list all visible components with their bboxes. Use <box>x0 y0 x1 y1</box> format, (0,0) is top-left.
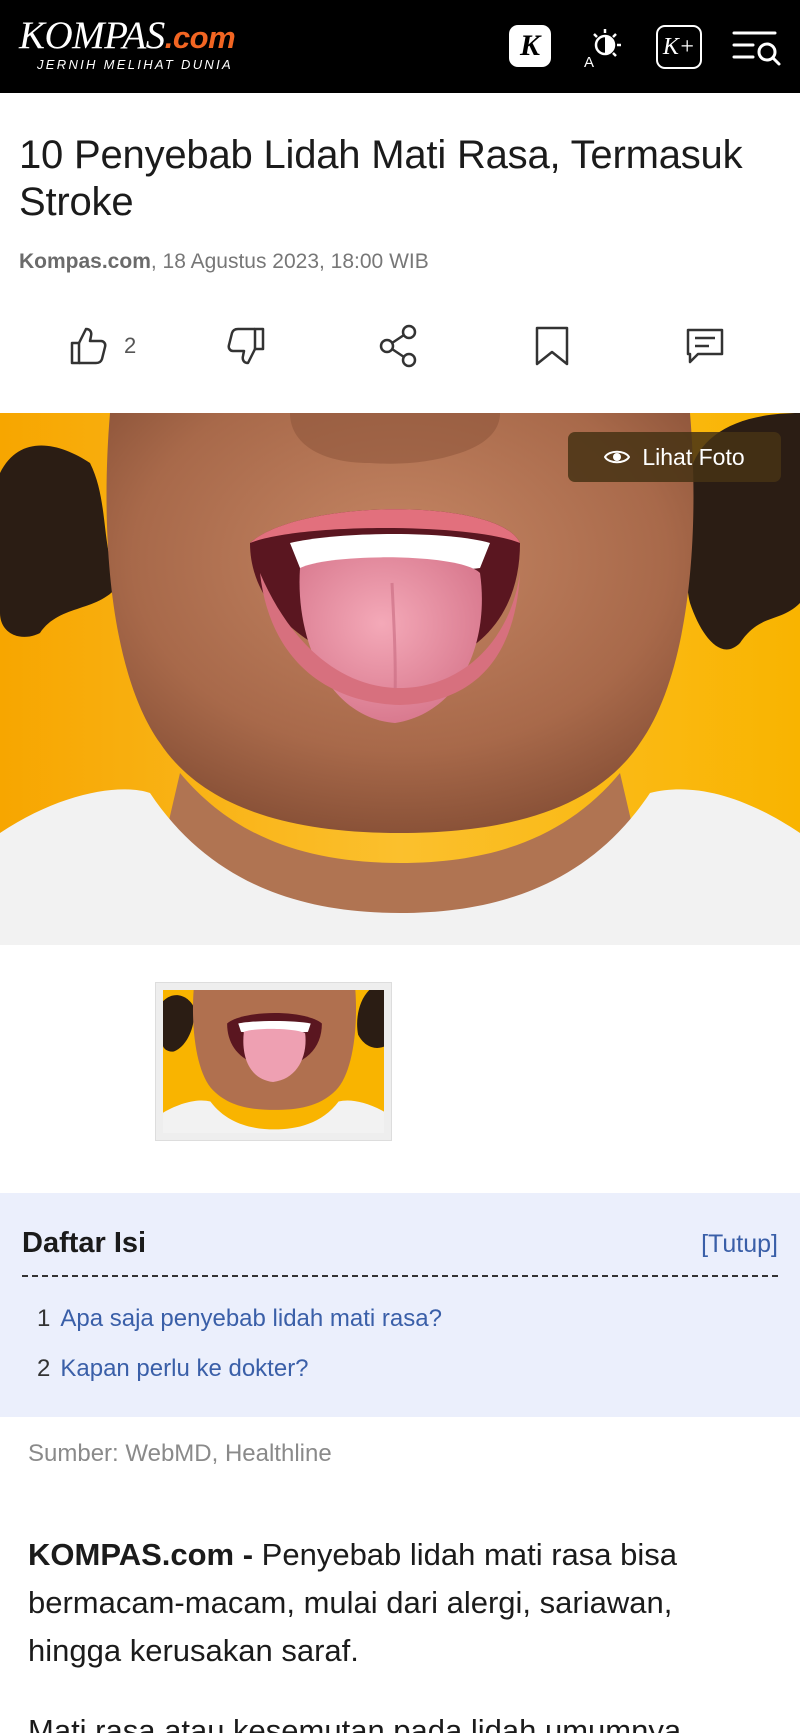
toc-toggle-link[interactable]: [Tutup] <box>701 1230 778 1259</box>
logo-suffix-text: .com <box>164 20 236 55</box>
logo-main-text: KOMPAS <box>19 14 165 57</box>
photo-thumbnail[interactable] <box>155 982 392 1141</box>
bookmark-button[interactable] <box>532 318 572 374</box>
dislike-button[interactable] <box>225 318 267 374</box>
toc-item-number: 2 <box>37 1355 51 1382</box>
source-note: Sumber: WebMD, Healthline <box>28 1440 332 1467</box>
toc-item-link[interactable]: Apa saja penyebab lidah mati rasa? <box>60 1305 442 1332</box>
toc-item-number: 1 <box>37 1305 51 1332</box>
lead-brand: KOMPAS.com - <box>28 1537 262 1572</box>
article-meta: Kompas.com, 18 Agustus 2023, 18:00 WIB <box>19 250 429 274</box>
bookmark-icon <box>535 326 569 366</box>
k-icon: K <box>519 29 540 62</box>
toc-item: 2 Kapan perlu ke dokter? <box>37 1355 309 1383</box>
article-date: , 18 Agustus 2023, 18:00 WIB <box>150 250 429 273</box>
kompas-k-button[interactable]: K <box>509 25 551 67</box>
eye-icon <box>604 450 631 464</box>
toc-item-link[interactable]: Kapan perlu ke dokter? <box>60 1355 308 1382</box>
brightness-icon: A <box>584 29 621 69</box>
hero-photo-illustration <box>0 413 800 945</box>
kompas-logo[interactable]: KOMPAS.com JERNIH MELIHAT DUNIA <box>19 14 236 72</box>
thumbnail-photo-illustration <box>163 990 384 1133</box>
toc-title: Daftar Isi <box>22 1227 147 1259</box>
comment-icon <box>686 328 724 364</box>
menu-search-button[interactable] <box>731 25 783 69</box>
toc-divider <box>22 1275 778 1277</box>
hero-image[interactable] <box>0 413 800 945</box>
kompas-plus-button[interactable]: K+ <box>656 25 702 69</box>
share-button[interactable] <box>378 318 420 374</box>
thumbs-down-icon <box>227 327 265 365</box>
menu-search-icon <box>732 31 781 66</box>
toc-item: 1 Apa saja penyebab lidah mati rasa? <box>37 1305 442 1333</box>
body-paragraph: Mati rasa atau kesemutan pada lidah umum… <box>28 1713 682 1733</box>
comment-button[interactable] <box>684 318 726 374</box>
view-photo-button[interactable]: Lihat Foto <box>568 432 781 482</box>
table-of-contents: Daftar Isi [Tutup] 1 Apa saja penyebab li… <box>0 1193 800 1417</box>
thumbs-up-icon <box>70 327 107 365</box>
share-icon <box>379 324 417 368</box>
article-source[interactable]: Kompas.com <box>19 250 151 273</box>
view-photo-label: Lihat Foto <box>642 443 745 470</box>
svg-text:A: A <box>584 54 594 69</box>
lead-paragraph: KOMPAS.com - Penyebab lidah mati rasa bi… <box>28 1531 773 1675</box>
logo-tagline: JERNIH MELIHAT DUNIA <box>37 57 233 72</box>
article-title: 10 Penyebab Lidah Mati Rasa, Termasuk St… <box>19 133 743 224</box>
theme-toggle-button[interactable]: A <box>582 25 626 69</box>
article-actions: 2 <box>0 318 800 374</box>
like-count: 2 <box>124 333 137 358</box>
kplus-icon: K+ <box>662 33 696 60</box>
like-button[interactable]: 2 <box>68 318 136 374</box>
top-header: KOMPAS.com JERNIH MELIHAT DUNIA K A K+ <box>0 0 800 93</box>
